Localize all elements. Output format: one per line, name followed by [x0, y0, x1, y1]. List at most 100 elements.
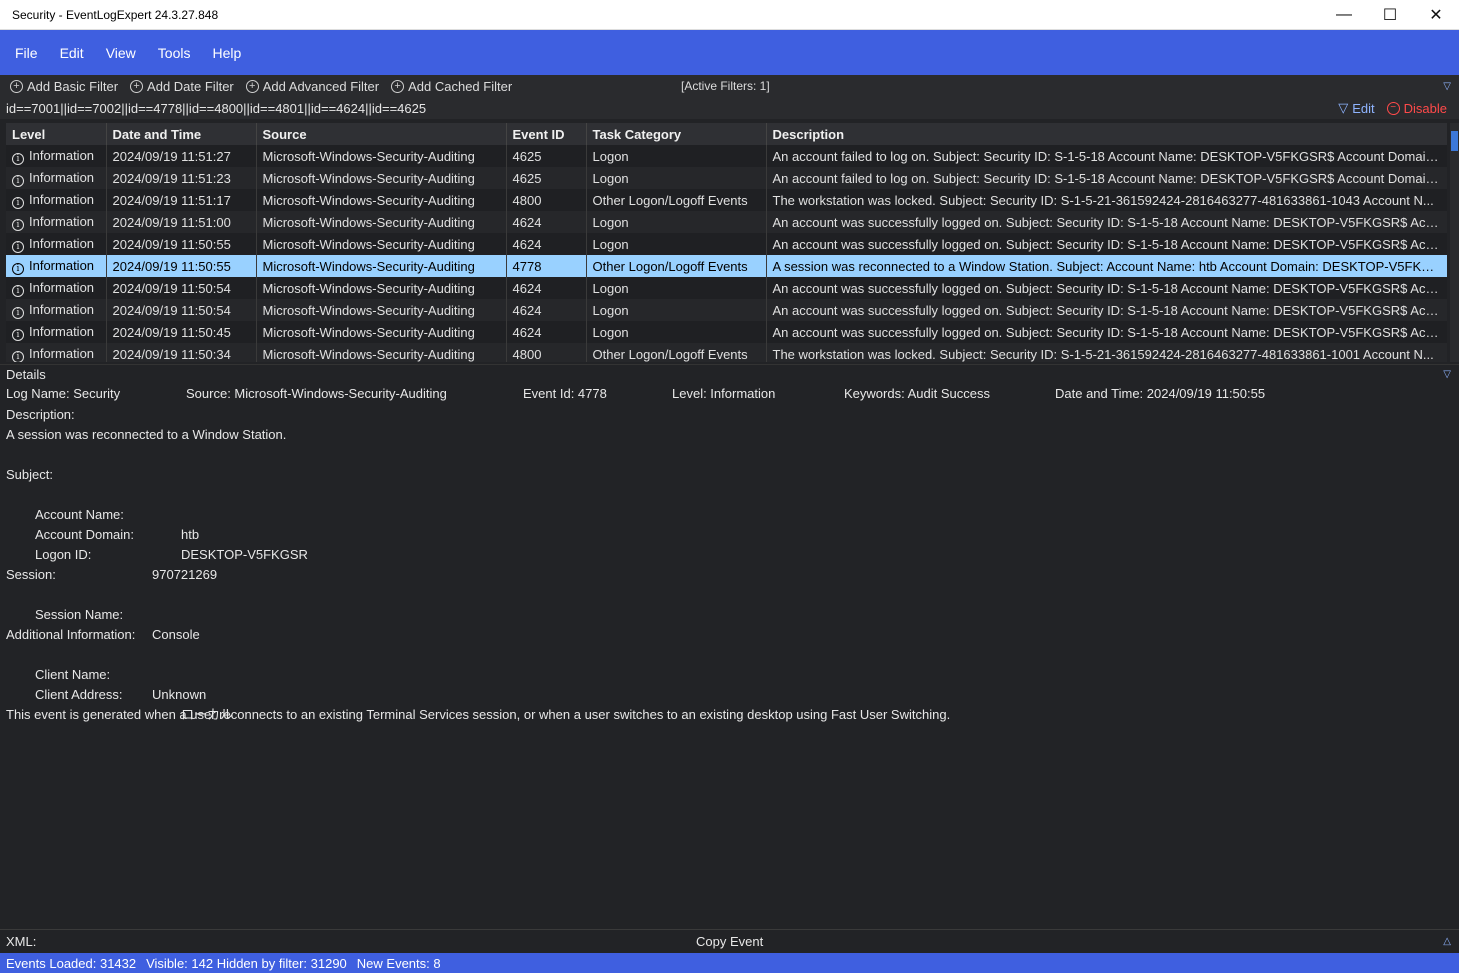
menu-help[interactable]: Help: [201, 45, 252, 61]
level-text: Information: [29, 235, 95, 251]
table-row[interactable]: i Information 2024/09/19 11:50:55 Microso…: [6, 233, 1447, 255]
minimize-button[interactable]: —: [1321, 0, 1367, 30]
grid-header-row: Level Date and Time Source Event ID Task…: [6, 123, 1447, 145]
info-icon: i: [12, 306, 24, 319]
close-button[interactable]: ✕: [1413, 0, 1459, 30]
table-row[interactable]: i Information 2024/09/19 11:50:54 Microso…: [6, 277, 1447, 299]
cell-level: i Information: [6, 145, 107, 167]
table-row[interactable]: i Information 2024/09/19 11:50:34 Microso…: [6, 343, 1447, 362]
disable-filter-button[interactable]: − Disable: [1386, 101, 1447, 116]
table-row[interactable]: i Information 2024/09/19 11:51:00 Microso…: [6, 211, 1447, 233]
xml-label: XML:: [6, 934, 37, 949]
cell-task-category: Other Logon/Logoff Events: [586, 343, 767, 362]
chevron-up-icon[interactable]: △: [1443, 936, 1451, 947]
filter-expression: id==7001||id==7002||id==4778||id==4800||…: [6, 100, 427, 116]
cell-date: 2024/09/19 11:51:17: [106, 189, 257, 211]
event-explanation: This event is generated when a user reco…: [6, 707, 951, 722]
cell-task-category: Other Logon/Logoff Events: [586, 189, 767, 211]
cell-task-category: Logon: [586, 167, 767, 189]
add-basic-filter-button[interactable]: + Add Basic Filter: [10, 79, 118, 94]
event-id: Event Id: 4778: [523, 386, 607, 401]
add-date-filter-button[interactable]: + Add Date Filter: [130, 79, 234, 94]
cell-event-id: 4625: [506, 145, 587, 167]
level-text: Information: [29, 301, 95, 317]
menu-view[interactable]: View: [95, 45, 147, 61]
table-row[interactable]: i Information 2024/09/19 11:51:17 Microso…: [6, 189, 1447, 211]
chevron-down-icon[interactable]: ▽: [1443, 81, 1451, 92]
edit-filter-label: Edit: [1352, 100, 1375, 116]
cell-description: The workstation was locked. Subject: Sec…: [766, 189, 1447, 211]
cell-event-id: 4624: [506, 211, 587, 233]
table-row[interactable]: i Information 2024/09/19 11:51:23 Microso…: [6, 167, 1447, 189]
description-label: Description:: [6, 407, 75, 422]
filter-toolbar: + Add Basic Filter + Add Date Filter + A…: [0, 75, 1459, 97]
funnel-icon: ▽: [1338, 100, 1349, 115]
menu-tools[interactable]: Tools: [147, 45, 202, 61]
add-advanced-filter-label: Add Advanced Filter: [262, 78, 380, 94]
status-bar: Events Loaded: 31432 Visible: 142 Hidden…: [0, 953, 1459, 973]
events-visible: Visible: 142 Hidden by filter: 31290: [146, 955, 347, 971]
info-icon: i: [12, 152, 24, 165]
grid-scrollbar[interactable]: [1450, 123, 1459, 362]
cell-event-id: 4800: [506, 189, 587, 211]
log-name: Log Name: Security: [6, 386, 121, 401]
client-address-row: Client Address: ローカル: [6, 665, 1446, 722]
add-cached-filter-label: Add Cached Filter: [408, 78, 513, 94]
column-header-level[interactable]: Level: [6, 123, 107, 145]
table-row-selected[interactable]: i Information 2024/09/19 11:50:55 Microso…: [6, 255, 1447, 277]
details-header: Details ▽: [0, 364, 1459, 384]
event-level: Level: Information: [672, 386, 776, 401]
edit-filter-button[interactable]: ▽ Edit: [1338, 100, 1374, 116]
cell-level: i Information: [6, 233, 107, 255]
cell-description: An account was successfully logged on. S…: [766, 321, 1447, 343]
table-row[interactable]: i Information 2024/09/19 11:50:54 Microso…: [6, 299, 1447, 321]
cell-description: An account failed to log on. Subject: Se…: [766, 167, 1447, 189]
menu-file[interactable]: File: [4, 45, 49, 61]
column-header-event-id[interactable]: Event ID: [506, 123, 587, 145]
column-header-source[interactable]: Source: [256, 123, 507, 145]
menu-bar: File Edit View Tools Help: [0, 30, 1459, 75]
table-row[interactable]: i Information 2024/09/19 11:50:45 Microso…: [6, 321, 1447, 343]
cell-source: Microsoft-Windows-Security-Auditing: [256, 343, 507, 362]
cell-level: i Information: [6, 167, 107, 189]
cell-task-category: Logon: [586, 321, 767, 343]
cell-date: 2024/09/19 11:50:45: [106, 321, 257, 343]
column-header-description[interactable]: Description: [766, 123, 1447, 145]
add-advanced-filter-button[interactable]: + Add Advanced Filter: [245, 78, 380, 94]
cell-description: An account was successfully logged on. S…: [766, 299, 1447, 321]
info-icon: i: [12, 284, 24, 297]
cell-level: i Information: [6, 211, 107, 233]
logon-id-row: Logon ID: 970721269: [6, 525, 1446, 582]
cell-date: 2024/09/19 11:50:54: [106, 277, 257, 299]
add-cached-filter-button[interactable]: + Add Cached Filter: [391, 79, 512, 94]
info-icon: i: [12, 328, 24, 341]
cell-source: Microsoft-Windows-Security-Auditing: [256, 145, 507, 167]
cell-event-id: 4625: [506, 167, 587, 189]
subject-label: Subject:: [6, 467, 53, 482]
cell-date: 2024/09/19 11:50:55: [106, 255, 257, 277]
cell-source: Microsoft-Windows-Security-Auditing: [256, 277, 507, 299]
info-icon: i: [12, 350, 24, 362]
column-header-date[interactable]: Date and Time: [106, 123, 257, 145]
cell-event-id: 4800: [506, 343, 587, 362]
plus-circle-icon: +: [130, 79, 144, 93]
info-icon: i: [12, 174, 24, 187]
menu-edit[interactable]: Edit: [49, 45, 95, 61]
cell-event-id: 4624: [506, 321, 587, 343]
info-icon: i: [12, 262, 24, 275]
chevron-down-icon[interactable]: ▽: [1443, 369, 1451, 380]
level-text: Information: [29, 147, 95, 163]
copy-event-button[interactable]: Copy Event: [696, 934, 763, 949]
table-row[interactable]: i Information 2024/09/19 11:51:27 Microso…: [6, 145, 1447, 167]
scrollbar-thumb[interactable]: [1451, 131, 1458, 151]
cell-date: 2024/09/19 11:50:34: [106, 343, 257, 362]
level-text: Information: [29, 323, 95, 339]
cell-event-id: 4778: [506, 255, 587, 277]
maximize-button[interactable]: ☐: [1367, 0, 1413, 30]
cell-task-category: Other Logon/Logoff Events: [586, 255, 767, 277]
column-header-task-category[interactable]: Task Category: [586, 123, 767, 145]
filter-expression-row: id==7001||id==7002||id==4778||id==4800||…: [0, 97, 1459, 119]
cell-date: 2024/09/19 11:50:54: [106, 299, 257, 321]
level-text: Information: [29, 345, 95, 361]
cell-level: i Information: [6, 189, 107, 211]
